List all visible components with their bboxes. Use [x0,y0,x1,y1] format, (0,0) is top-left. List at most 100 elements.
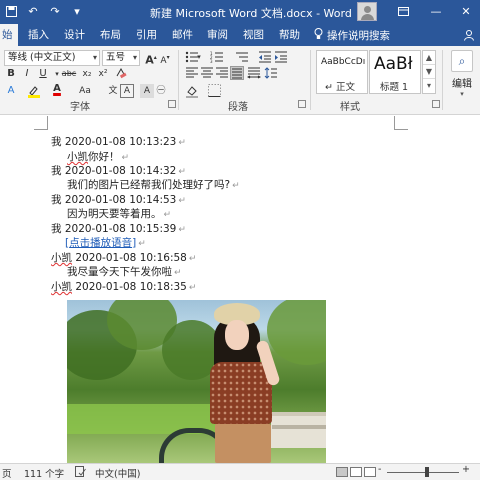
increase-indent-icon[interactable] [274,51,288,65]
chat-line: 我尽量今天下午发你啦 ↵ [67,266,182,278]
avatar[interactable] [357,2,377,21]
close-icon[interactable]: ✕ [458,3,474,19]
language-indicator[interactable]: 中文(中国) [95,466,140,480]
editing-button[interactable]: ⌕ 编辑 ▾ [448,50,476,98]
undo-icon[interactable]: ↶ [26,4,40,18]
clear-formatting-icon[interactable] [114,67,128,81]
title-bar: ↶ ↷ ▾ 新建 Microsoft Word 文档.docx - Word —… [0,0,480,24]
paragraph-group-label: 段落 [228,102,248,113]
group-divider [178,50,179,110]
shrink-font-icon[interactable]: A▾ [158,51,172,66]
zoom-in-button[interactable]: + [462,464,470,475]
align-right-icon[interactable] [215,67,229,81]
chevron-down-icon[interactable]: ▼ [423,65,435,79]
change-case-icon[interactable]: Aa [78,84,92,98]
tab-references[interactable]: 引用 [136,24,157,46]
style-heading1[interactable]: AaBł 标题 1 [369,50,421,94]
document-page[interactable]: 我 2020-01-08 10:13:23 ↵ 小凯你好！ ↵ 我 2020-01-… [0,116,480,463]
more-styles-icon[interactable]: ▾ [423,79,435,93]
grow-font-icon[interactable]: A▴ [144,51,158,67]
font-size-value: 五号 [106,52,126,63]
tab-help[interactable]: 帮助 [279,24,300,46]
tab-mailings[interactable]: 邮件 [172,24,193,46]
line-spacing-icon[interactable] [264,67,278,81]
page-indicator[interactable]: 页 [2,466,12,480]
tab-design[interactable]: 设计 [64,24,85,46]
style-normal[interactable]: AaBbCcDı ↵ 正文 [316,50,368,94]
print-layout-icon[interactable] [350,467,362,477]
word-count[interactable]: 111 个字 [24,466,64,480]
underline-icon[interactable]: U [36,67,50,81]
proofing-icon[interactable] [75,466,86,480]
font-size-select[interactable]: 五号 ▾ [102,50,140,66]
read-mode-icon[interactable] [336,467,348,477]
bold-icon[interactable]: B [4,67,18,81]
lightbulb-icon [314,27,323,43]
distributed-icon[interactable] [246,67,262,81]
tab-review[interactable]: 审阅 [207,24,228,46]
paragraph-dialog-launcher-icon[interactable] [298,100,306,108]
font-color-icon[interactable]: A [50,82,64,96]
subscript-icon[interactable]: x₂ [80,67,94,81]
style-normal-name: ↵ 正文 [325,82,355,93]
shading-icon[interactable] [185,84,199,98]
style-heading1-preview: AaBł [374,54,413,74]
multilevel-list-icon[interactable] [235,51,249,65]
chevron-down-icon: ▾ [92,53,97,62]
zoom-slider-thumb[interactable] [425,467,429,477]
tab-view[interactable]: 视图 [243,24,264,46]
chevron-down-icon[interactable]: ▾ [192,50,206,64]
chat-line: 我 2020-01-08 10:14:32 ↵ [51,165,186,177]
share-icon[interactable] [462,28,476,42]
inserted-photo[interactable] [67,300,326,463]
tell-me-search[interactable]: 操作说明搜索 [314,24,390,46]
phonetic-guide-icon[interactable]: 文 [106,84,120,98]
chat-line: 我们的图片已经帮我们处理好了吗? ↵ [67,179,240,191]
decrease-indent-icon[interactable] [258,51,272,65]
enclose-characters-icon[interactable]: ㊀ [154,84,168,98]
chat-line: 我 2020-01-08 10:15:39 ↵ [51,223,186,235]
font-name-select[interactable]: 等线 (中文正文) ▾ [4,50,100,66]
chevron-up-icon[interactable]: ▲ [423,51,435,65]
tab-layout[interactable]: 布局 [100,24,121,46]
character-border-icon[interactable]: A [120,84,134,98]
text-effects-icon[interactable]: A [4,84,18,98]
redo-icon[interactable]: ↷ [48,4,62,18]
styles-dialog-launcher-icon[interactable] [432,100,440,108]
minimize-icon[interactable]: — [428,3,444,19]
quick-access-toolbar: ↶ ↷ ▾ [4,4,84,18]
zoom-slider[interactable] [387,472,459,473]
margin-corner-marker [394,116,408,130]
chat-line: 因为明天要等着用。 ↵ [67,208,172,220]
status-bar: 页 111 个字 中文(中国) - + [0,463,480,480]
customize-icon[interactable]: ▾ [70,4,84,18]
svg-text:3: 3 [210,59,213,63]
italic-icon[interactable]: I [20,67,34,81]
align-left-icon[interactable] [185,67,199,81]
font-dialog-launcher-icon[interactable] [168,100,176,108]
character-shading-icon[interactable]: A [140,84,154,98]
numbering-icon[interactable]: 123 [210,51,224,65]
chat-line: 小凯你好！ ↵ [67,151,130,163]
web-layout-icon[interactable] [364,467,376,477]
document-title: 新建 Microsoft Word 文档.docx - Word [150,7,352,20]
tab-home[interactable]: 始 [0,24,18,46]
styles-scroller[interactable]: ▲ ▼ ▾ [422,50,436,94]
chat-line: 小凯 2020-01-08 10:16:58 ↵ [51,252,197,264]
style-normal-preview: AaBbCcDı [321,57,366,67]
tab-insert[interactable]: 插入 [28,24,49,46]
superscript-icon[interactable]: x² [96,67,110,81]
zoom-out-button[interactable]: - [378,464,381,475]
borders-icon[interactable] [207,84,221,98]
editing-label: 编辑 [452,79,472,90]
justify-icon[interactable] [230,66,244,80]
align-center-icon[interactable] [200,67,214,81]
style-heading1-name: 标题 1 [380,82,409,93]
voice-link[interactable]: [点击播放语音] ↵ [65,235,146,250]
chat-line: 小凯 2020-01-08 10:18:35 ↵ [51,281,197,293]
strikethrough-icon[interactable]: abc [60,67,78,81]
save-icon[interactable] [4,4,18,18]
tell-me-label: 操作说明搜索 [327,29,390,42]
highlight-icon[interactable] [26,84,42,98]
ribbon-display-options-icon[interactable] [395,3,411,19]
